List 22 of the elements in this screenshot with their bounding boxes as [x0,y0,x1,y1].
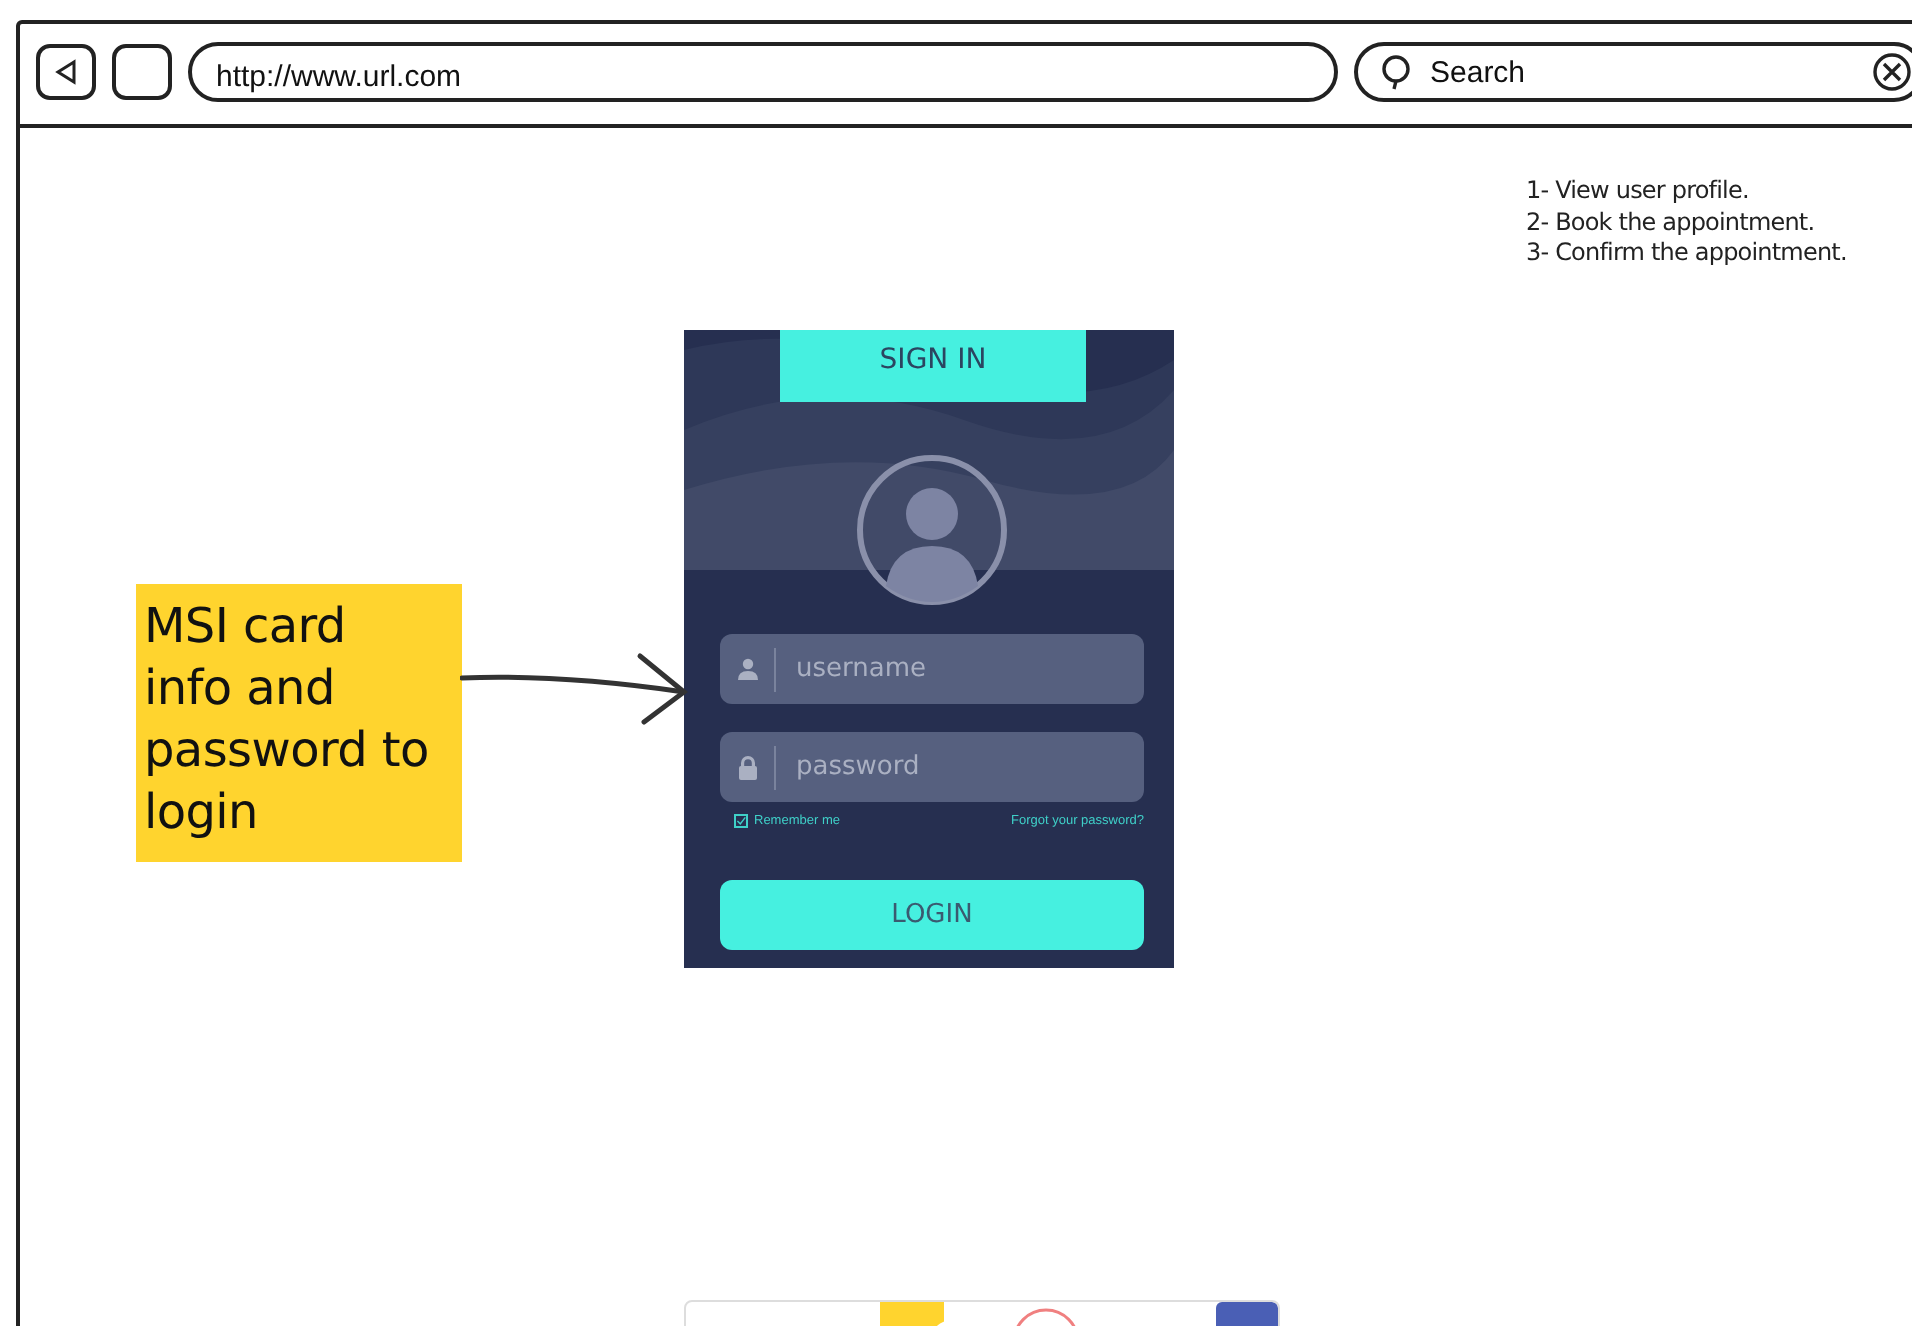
checkbox[interactable] [734,814,748,828]
url-field[interactable]: http://www.url.com [188,42,1338,102]
username-field[interactable]: username [720,634,1144,704]
search-bar[interactable]: Search [1354,42,1912,102]
password-input[interactable]: password [792,750,1120,784]
search-input[interactable]: Search [1426,53,1860,91]
login-button[interactable]: LOGIN [720,880,1144,950]
step-text: 2- Book the appointment. [1526,207,1817,238]
sticky-note: MSI card info and password to login [136,584,462,862]
search-icon [1378,54,1414,90]
forward-button[interactable] [112,44,172,100]
username-input[interactable]: username [792,652,1120,686]
close-icon[interactable] [1872,52,1912,92]
password-field[interactable]: password [720,732,1144,802]
user-icon [738,658,758,680]
back-icon [52,58,80,86]
step-text: 3- Confirm the appointment. [1526,238,1847,269]
back-button[interactable] [36,44,96,100]
avatar-icon [856,454,1008,606]
lock-icon [738,755,758,779]
sign-in-title: SIGN IN [780,330,1086,402]
step-text: 1- View user profile. [1526,176,1751,207]
